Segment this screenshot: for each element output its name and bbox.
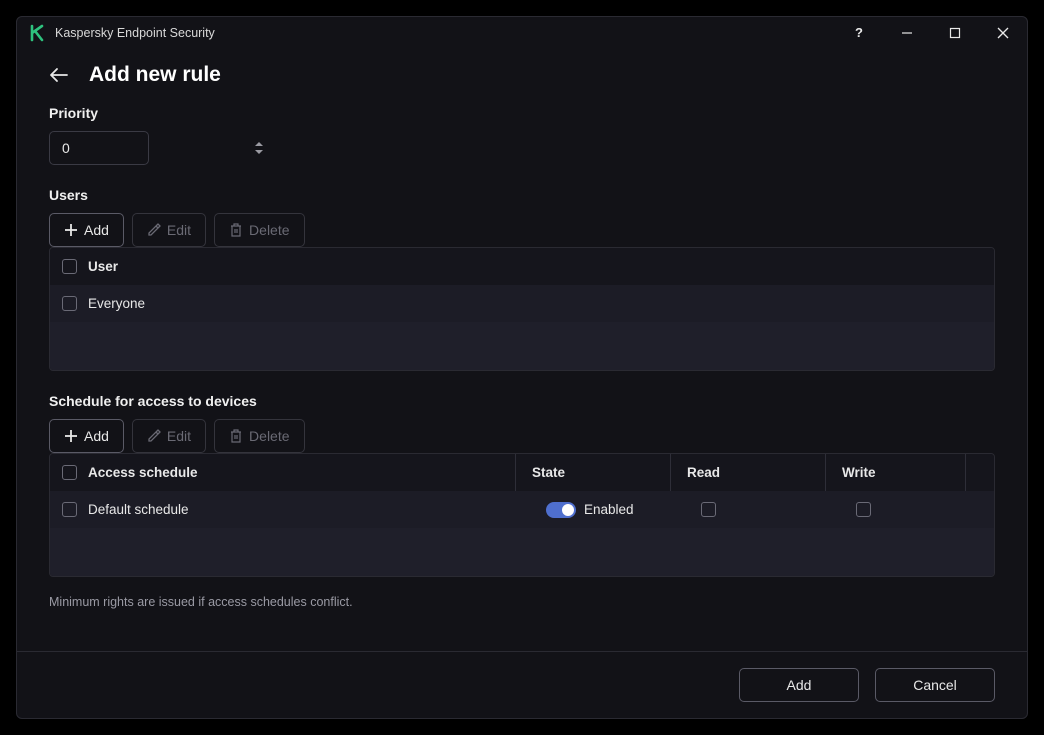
hint-text: Minimum rights are issued if access sche…: [49, 595, 995, 609]
app-window: Kaspersky Endpoint Security ? Add new ru…: [16, 16, 1028, 719]
titlebar: Kaspersky Endpoint Security ?: [17, 17, 1027, 49]
schedule-table-header: Access schedule State Read Write: [50, 454, 994, 491]
schedule-state-toggle[interactable]: [546, 502, 576, 518]
window-controls: ?: [835, 17, 1027, 49]
back-button[interactable]: [49, 67, 69, 83]
priority-stepper[interactable]: [49, 131, 149, 165]
schedule-row-checkbox[interactable]: [62, 502, 77, 517]
priority-up-icon[interactable]: [255, 142, 263, 146]
schedule-read-checkbox[interactable]: [701, 502, 716, 517]
schedule-col-state: State: [515, 454, 670, 491]
users-label: Users: [49, 187, 995, 203]
schedule-delete-label: Delete: [249, 428, 289, 444]
content: Priority Users Add Edit: [17, 93, 1027, 651]
users-delete-button: Delete: [214, 213, 304, 247]
footer-add-button[interactable]: Add: [739, 668, 859, 702]
users-add-label: Add: [84, 222, 109, 238]
maximize-button[interactable]: [931, 17, 979, 49]
schedule-delete-button: Delete: [214, 419, 304, 453]
schedule-edit-label: Edit: [167, 428, 191, 444]
users-select-all-checkbox[interactable]: [62, 259, 77, 274]
schedule-state-label: Enabled: [584, 502, 634, 517]
help-button[interactable]: ?: [835, 17, 883, 49]
schedule-table-row[interactable]: Default schedule Enabled: [50, 491, 994, 528]
priority-down-icon[interactable]: [255, 150, 263, 154]
priority-label: Priority: [49, 105, 995, 121]
schedule-table-empty: [50, 528, 994, 576]
schedule-add-button[interactable]: Add: [49, 419, 124, 453]
users-edit-label: Edit: [167, 222, 191, 238]
priority-input[interactable]: [50, 132, 255, 164]
schedule-label: Schedule for access to devices: [49, 393, 995, 409]
schedule-table: Access schedule State Read Write Default…: [49, 453, 995, 577]
schedule-row-name: Default schedule: [88, 502, 530, 517]
users-table-row[interactable]: Everyone: [50, 285, 994, 322]
schedule-col-write: Write: [825, 454, 965, 491]
app-title: Kaspersky Endpoint Security: [55, 26, 835, 40]
users-edit-button: Edit: [132, 213, 206, 247]
users-table-header: User: [50, 248, 994, 285]
schedule-add-label: Add: [84, 428, 109, 444]
svg-text:?: ?: [855, 26, 863, 40]
users-table-empty: [50, 322, 994, 370]
close-button[interactable]: [979, 17, 1027, 49]
schedule-select-all-checkbox[interactable]: [62, 465, 77, 480]
schedule-col-name: Access schedule: [88, 465, 515, 480]
schedule-write-checkbox[interactable]: [856, 502, 871, 517]
footer-cancel-button[interactable]: Cancel: [875, 668, 995, 702]
schedule-toolbar: Add Edit Delete: [49, 419, 995, 453]
users-row-checkbox[interactable]: [62, 296, 77, 311]
users-row-name: Everyone: [88, 296, 994, 311]
users-add-button[interactable]: Add: [49, 213, 124, 247]
users-delete-label: Delete: [249, 222, 289, 238]
app-logo: [29, 24, 47, 42]
footer: Add Cancel: [17, 651, 1027, 718]
users-col-user: User: [88, 259, 994, 274]
users-toolbar: Add Edit Delete: [49, 213, 995, 247]
page-title: Add new rule: [89, 63, 221, 87]
schedule-col-read: Read: [670, 454, 825, 491]
schedule-edit-button: Edit: [132, 419, 206, 453]
schedule-col-end: [965, 454, 994, 491]
page-header: Add new rule: [17, 49, 1027, 93]
users-table: User Everyone: [49, 247, 995, 371]
minimize-button[interactable]: [883, 17, 931, 49]
